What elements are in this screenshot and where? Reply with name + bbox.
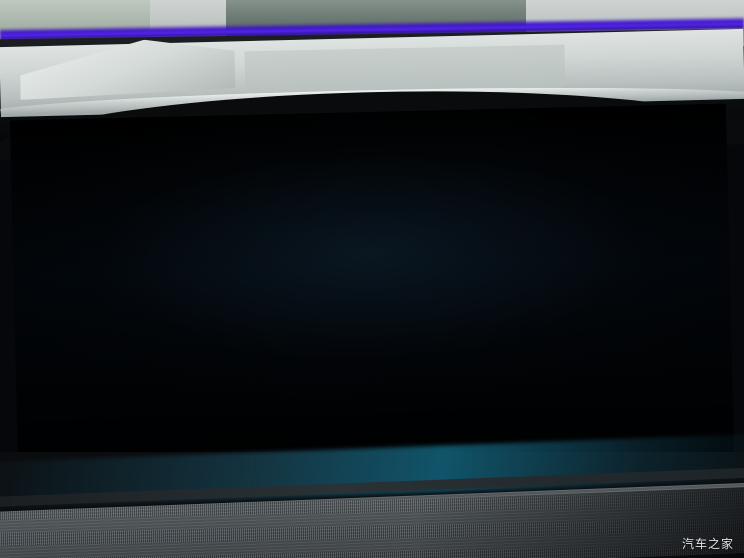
auto-sub-label: Gentle xyxy=(333,421,357,430)
launcher-item-settings[interactable] xyxy=(78,297,116,332)
vehicle-stats: 83% 21°C xyxy=(233,332,286,372)
tab-charging[interactable]: Charging xyxy=(188,145,269,180)
passenger-temp-unit: ℃ xyxy=(634,411,644,421)
page-indicator-dots[interactable] xyxy=(68,158,110,167)
launcher-item-store[interactable] xyxy=(116,296,154,331)
brightness-slider-knob[interactable] xyxy=(49,271,59,280)
profile-row xyxy=(53,355,149,384)
max-defrost-button[interactable]: MAX xyxy=(473,400,494,429)
page-dot-4 xyxy=(101,158,110,166)
rear-defrost-label: REAR xyxy=(521,420,541,428)
driver-temp-unit: ℃ xyxy=(284,419,294,430)
seat-heater-left-icon[interactable] xyxy=(175,404,192,426)
rear-defrost-button[interactable]: REAR xyxy=(521,399,541,428)
battery-temperature-icon xyxy=(233,358,251,372)
search-icon[interactable] xyxy=(151,151,178,178)
tab-fast-charging[interactable]: Fast charging xyxy=(416,139,520,173)
seat-heater-right-icon[interactable] xyxy=(667,393,684,415)
launcher-item-apps[interactable] xyxy=(113,190,151,225)
charging-target-handle[interactable] xyxy=(574,331,578,347)
launcher-item-navigation[interactable] xyxy=(77,227,115,262)
passenger-temp-integer: 21 xyxy=(586,401,610,425)
front-defrost-icon[interactable] xyxy=(129,409,151,424)
page-dot-3 xyxy=(90,158,99,166)
tab-departure-times[interactable]: Departure times xyxy=(283,142,401,177)
infotainment-screen[interactable]: Charging Departure times Fast charging C… xyxy=(9,103,735,473)
charging-bar-midpoint-tick xyxy=(432,334,434,346)
microphone-icon[interactable] xyxy=(132,359,148,377)
privacy-shield-icon[interactable] xyxy=(98,360,114,378)
climate-menu-label: Menu xyxy=(421,423,440,431)
ac-label: A/C xyxy=(375,412,397,425)
tab-bar: Charging Departure times Fast charging C… xyxy=(151,134,712,181)
launcher-item-radio[interactable] xyxy=(114,226,152,261)
max-defrost-label: MAX xyxy=(475,421,492,429)
suv-side-view-icon xyxy=(270,199,573,316)
notification-bell-icon[interactable] xyxy=(33,155,47,171)
driver-temp-decimal: .0 xyxy=(266,415,278,431)
auto-climate-button[interactable]: AUTO Gentle xyxy=(318,402,371,438)
user-avatar-icon[interactable] xyxy=(53,356,81,384)
passenger-temp-increase[interactable]: › xyxy=(650,405,655,422)
climate-menu-button[interactable]: Menu xyxy=(421,400,440,431)
passenger-temp-decrease[interactable]: ‹ xyxy=(575,407,580,424)
stat-battery-value: 83% xyxy=(258,332,283,347)
climate-off-label: OFF xyxy=(86,412,111,425)
fan-menu-icon xyxy=(421,400,440,422)
launcher-row-3 xyxy=(77,260,154,296)
launcher-row-1 xyxy=(75,190,152,226)
launcher-row-2 xyxy=(77,226,153,262)
open-charging-flap-label: Open charging flap xyxy=(561,242,667,259)
watermark: 汽车之家 xyxy=(681,537,734,551)
launcher-item-home[interactable] xyxy=(75,191,114,226)
charging-bar-max-label: 100% xyxy=(553,351,577,362)
passenger-temp-decimal: .0 xyxy=(616,407,628,423)
ac-button[interactable]: A/C xyxy=(366,401,406,437)
stat-temperature-value: 21°C xyxy=(258,357,286,372)
page-dot-1 xyxy=(68,158,77,167)
passenger-temperature-control[interactable]: ‹ 21 .0 ℃ › xyxy=(575,401,656,425)
page-dot-2 xyxy=(79,158,88,166)
battery-icon xyxy=(233,333,250,347)
auto-label: AUTO xyxy=(327,409,362,423)
tab-charging-locations[interactable]: Charging locations xyxy=(536,136,668,171)
stat-battery: 83% xyxy=(233,332,285,347)
driver-temperature-control[interactable]: ‹ 21 .0 ℃ › xyxy=(225,409,306,434)
charging-target-label: Charging target: 100% xyxy=(285,319,412,337)
launcher-item-charging[interactable] xyxy=(114,260,154,296)
max-defrost-icon xyxy=(473,400,493,420)
charging-bar-min-label: 0% xyxy=(288,347,301,358)
climate-off-button[interactable]: OFF xyxy=(87,412,111,425)
app-launcher-panel[interactable] xyxy=(74,189,155,332)
launcher-row-4 xyxy=(78,296,154,332)
driver-temp-increase[interactable]: › xyxy=(300,414,305,431)
driver-temp-decrease[interactable]: ‹ xyxy=(225,415,230,432)
status-row xyxy=(33,154,110,171)
rear-defrost-icon xyxy=(521,399,540,419)
driver-temp-integer: 21 xyxy=(236,409,260,434)
gear-icon[interactable] xyxy=(679,136,706,163)
screenshot-root: Charging Departure times Fast charging C… xyxy=(0,0,744,558)
launcher-item-phone[interactable] xyxy=(77,261,115,296)
stat-temperature: 21°C xyxy=(233,357,286,372)
